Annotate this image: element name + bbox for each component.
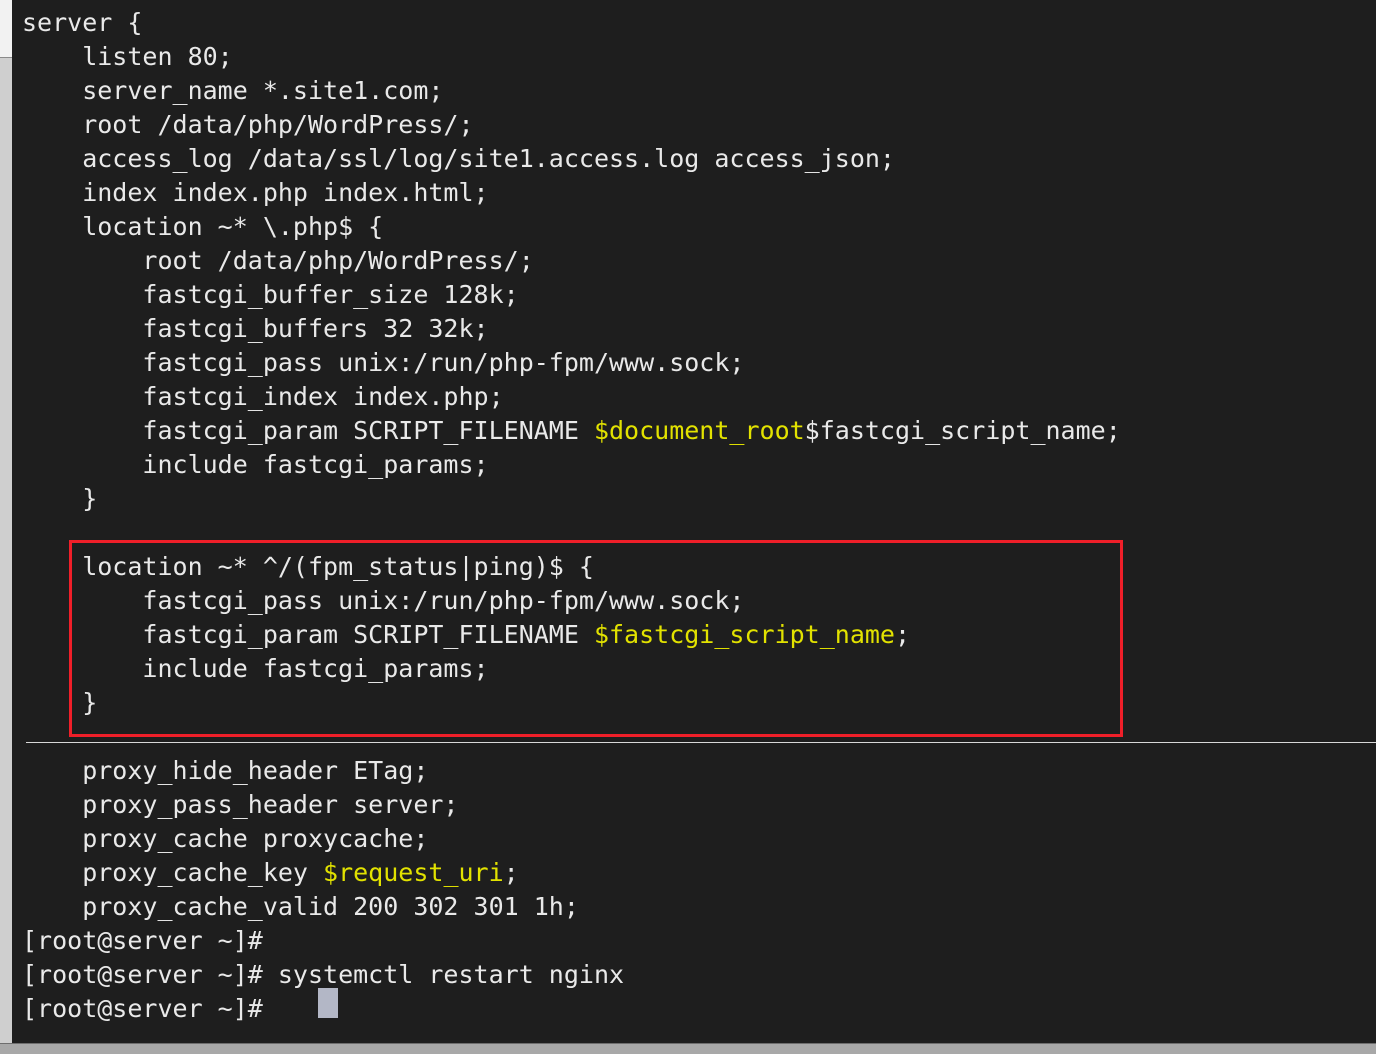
terminal-text-token: fastcgi_pass unix:/run/php-fpm/www.sock; xyxy=(22,348,744,377)
terminal-line: include fastcgi_params; xyxy=(13,448,1376,482)
terminal-line: include fastcgi_params; xyxy=(13,652,1376,686)
terminal-text-token: server { xyxy=(22,8,142,37)
terminal-text-token: location ~* \.php$ { xyxy=(22,212,383,241)
nginx-variable-token: $document_root xyxy=(594,416,805,445)
terminal-text-token: root /data/php/WordPress/; xyxy=(22,110,474,139)
terminal-text-token: fastcgi_index index.php; xyxy=(22,382,504,411)
terminal-text-token: access_log /data/ssl/log/site1.access.lo… xyxy=(22,144,895,173)
terminal-text-token: } xyxy=(22,688,97,717)
terminal-line: index index.php index.html; xyxy=(13,176,1376,210)
terminal-text-token: include fastcgi_params; xyxy=(22,450,489,479)
terminal-line: fastcgi_index index.php; xyxy=(13,380,1376,414)
scrollbar-thumb[interactable] xyxy=(0,0,12,58)
terminal-text-token: proxy_hide_header ETag; xyxy=(22,756,428,785)
terminal-text-token: proxy_cache_key xyxy=(22,858,323,887)
terminal-line: proxy_cache_key $request_uri; xyxy=(13,856,1376,890)
nginx-variable-token: $request_uri xyxy=(323,858,504,887)
terminal-output: server { listen 80; server_name *.site1.… xyxy=(13,0,1376,1026)
terminal-line: root /data/php/WordPress/; xyxy=(13,108,1376,142)
terminal-text-token: [root@server ~]# xyxy=(22,926,263,955)
terminal-line: location ~* ^/(fpm_status|ping)$ { xyxy=(13,550,1376,584)
output-separator-rule xyxy=(26,742,1376,743)
terminal-line: proxy_hide_header ETag; xyxy=(13,754,1376,788)
terminal-text-token: include fastcgi_params; xyxy=(22,654,489,683)
terminal-text-token: ; xyxy=(504,858,519,887)
terminal-line: fastcgi_param SCRIPT_FILENAME $document_… xyxy=(13,414,1376,448)
terminal-line: fastcgi_buffers 32 32k; xyxy=(13,312,1376,346)
terminal-line: [root@server ~]# xyxy=(13,924,1376,958)
terminal-line: fastcgi_pass unix:/run/php-fpm/www.sock; xyxy=(13,346,1376,380)
terminal-text-token: index index.php index.html; xyxy=(22,178,489,207)
terminal-line: [root@server ~]# xyxy=(13,992,1376,1026)
terminal-line: fastcgi_buffer_size 128k; xyxy=(13,278,1376,312)
terminal-window: server { listen 80; server_name *.site1.… xyxy=(0,0,1376,1054)
terminal-line: proxy_pass_header server; xyxy=(13,788,1376,822)
terminal-line: server_name *.site1.com; xyxy=(13,74,1376,108)
terminal-text-token: proxy_pass_header server; xyxy=(22,790,459,819)
terminal-line: fastcgi_pass unix:/run/php-fpm/www.sock; xyxy=(13,584,1376,618)
terminal-text-token: proxy_cache_valid 200 302 301 1h; xyxy=(22,892,579,921)
scrollbar-divider xyxy=(0,57,12,58)
terminal-text-token: fastcgi_param SCRIPT_FILENAME xyxy=(22,620,594,649)
terminal-text-token: location ~* ^/(fpm_status|ping)$ { xyxy=(22,552,594,581)
left-gutter-scrollbar[interactable] xyxy=(0,0,12,1044)
terminal-block-cursor xyxy=(318,988,338,1018)
terminal-text-token: fastcgi_param SCRIPT_FILENAME xyxy=(22,416,594,445)
terminal-line: proxy_cache_valid 200 302 301 1h; xyxy=(13,890,1376,924)
terminal-text-area[interactable]: server { listen 80; server_name *.site1.… xyxy=(13,0,1376,1044)
terminal-line: proxy_cache proxycache; xyxy=(13,822,1376,856)
terminal-text-token: fastcgi_buffer_size 128k; xyxy=(22,280,519,309)
terminal-text-token: listen 80; xyxy=(22,42,233,71)
terminal-text-token: fastcgi_pass unix:/run/php-fpm/www.sock; xyxy=(22,586,744,615)
terminal-line: listen 80; xyxy=(13,40,1376,74)
terminal-line: server { xyxy=(13,6,1376,40)
terminal-line: fastcgi_param SCRIPT_FILENAME $fastcgi_s… xyxy=(13,618,1376,652)
terminal-line xyxy=(13,516,1376,550)
terminal-line: [root@server ~]# systemctl restart nginx xyxy=(13,958,1376,992)
terminal-text-token: } xyxy=(22,484,97,513)
terminal-text-token: root /data/php/WordPress/; xyxy=(22,246,534,275)
terminal-line: access_log /data/ssl/log/site1.access.lo… xyxy=(13,142,1376,176)
window-bottom-bar xyxy=(0,1043,1376,1054)
terminal-line: location ~* \.php$ { xyxy=(13,210,1376,244)
terminal-line: } xyxy=(13,686,1376,720)
terminal-text-token: proxy_cache proxycache; xyxy=(22,824,428,853)
terminal-text-token: [root@server ~]# systemctl restart nginx xyxy=(22,960,624,989)
terminal-text-token: $fastcgi_script_name; xyxy=(805,416,1121,445)
terminal-line: } xyxy=(13,482,1376,516)
terminal-line xyxy=(13,720,1376,754)
terminal-line: root /data/php/WordPress/; xyxy=(13,244,1376,278)
terminal-text-token: [root@server ~]# xyxy=(22,994,278,1023)
nginx-variable-token: $fastcgi_script_name xyxy=(594,620,895,649)
terminal-text-token: server_name *.site1.com; xyxy=(22,76,443,105)
terminal-text-token: ; xyxy=(895,620,910,649)
terminal-text-token: fastcgi_buffers 32 32k; xyxy=(22,314,489,343)
